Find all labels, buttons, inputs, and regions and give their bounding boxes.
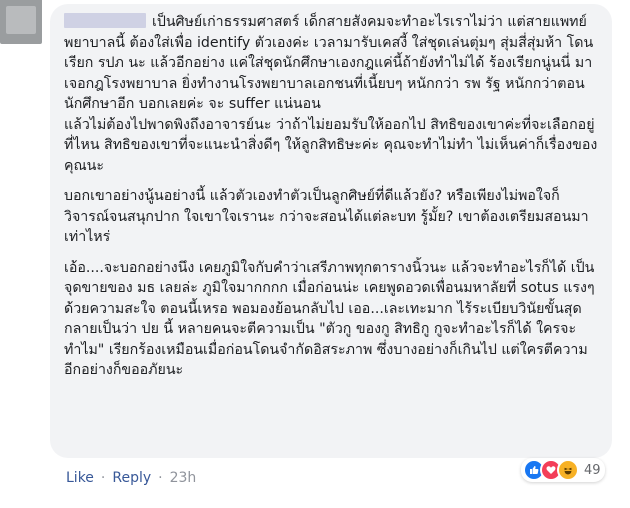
reaction-count: 49 — [584, 462, 601, 478]
timestamp-link[interactable]: 23h — [170, 470, 197, 486]
comment-paragraph-2: บอกเขาอย่างนู้นอย่างนี้ แล้วตัวเองทำตัวเ… — [64, 188, 589, 245]
comment-paragraph-1-text: เป็นศิษย์เก่าธรรมศาสตร์ เด็กสายสังคมจะทำ… — [64, 14, 598, 174]
separator: · — [158, 470, 163, 486]
haha-icon — [557, 459, 579, 481]
commenter-name-redacted[interactable] — [64, 13, 146, 28]
avatar-redaction — [6, 6, 36, 34]
comment-body: เป็นศิษย์เก่าธรรมศาสตร์ เด็กสายสังคมจะทำ… — [64, 12, 604, 391]
comment-paragraph-1: เป็นศิษย์เก่าธรรมศาสตร์ เด็กสายสังคมจะทำ… — [64, 12, 604, 176]
comment-actions: Like · Reply · 23h — [66, 470, 196, 486]
avatar[interactable] — [0, 0, 42, 44]
comment-paragraph-3: เอ้อ....จะบอกอย่างนึง เคยภูมิใจกับคำว่าเ… — [64, 259, 595, 379]
separator: · — [100, 470, 106, 486]
reactions-summary[interactable]: 49 — [521, 458, 605, 482]
reply-link[interactable]: Reply — [112, 470, 151, 486]
like-link[interactable]: Like — [66, 470, 94, 486]
comment-bubble: เป็นศิษย์เก่าธรรมศาสตร์ เด็กสายสังคมจะทำ… — [50, 4, 612, 458]
